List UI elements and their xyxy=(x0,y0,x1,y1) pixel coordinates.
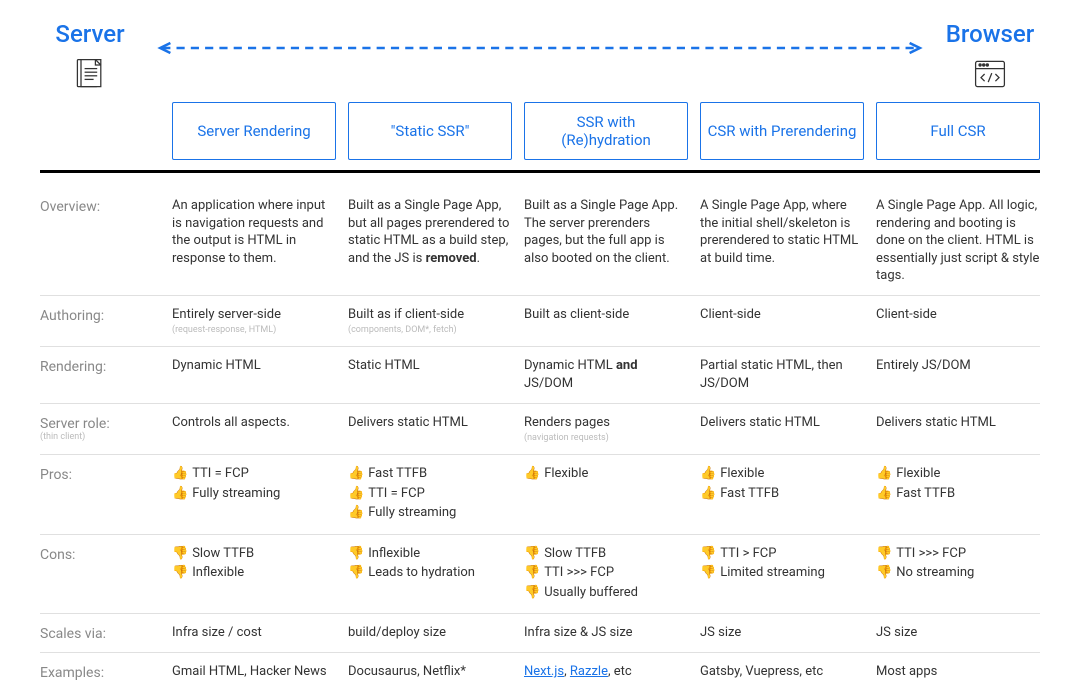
thumbs-down-icon xyxy=(700,545,716,563)
row-pros: Pros:TTI = FCPFully streamingFast TTFBTT… xyxy=(40,455,1040,535)
thumbs-down-icon xyxy=(700,564,716,582)
row-pros-cell-3: FlexibleFast TTFB xyxy=(700,465,864,524)
col-static-ssr: "Static SSR" xyxy=(348,102,512,160)
thumbs-up-icon xyxy=(348,485,364,503)
spectrum-arrow xyxy=(152,38,928,40)
row-cons-label: Cons: xyxy=(40,545,160,604)
row-pros-cell-2: Flexible xyxy=(524,465,688,524)
browser-label: Browser xyxy=(946,20,1034,48)
row-cons-cell-3: TTI > FCPLimited streaming xyxy=(700,545,864,604)
row-server-role-cell-1: Delivers static HTML xyxy=(348,414,512,445)
row-pros-cell-4: FlexibleFast TTFB xyxy=(876,465,1040,524)
row-scales: Scales via: Infra size / cost build/deploy… xyxy=(40,614,1040,653)
row-overview-cell-1: Built as a Single Page App, but all page… xyxy=(348,197,512,285)
row-cons-cell-2: Slow TTFBTTI >>> FCPUsually buffered xyxy=(524,545,688,604)
row-scales-label: Scales via: xyxy=(40,624,160,642)
thumbs-up-icon xyxy=(524,465,540,483)
row-server-role-cell-4: Delivers static HTML xyxy=(876,414,1040,445)
row-authoring-label: Authoring: xyxy=(40,306,160,337)
row-overview: Overview:An application where input is n… xyxy=(40,187,1040,296)
row-pros-cell-1: Fast TTFBTTI = FCPFully streaming xyxy=(348,465,512,524)
link-nextjs[interactable]: Next.js xyxy=(524,664,564,679)
thumbs-down-icon xyxy=(348,545,364,563)
row-rendering-label: Rendering: xyxy=(40,357,160,392)
browser-endpoint: Browser xyxy=(940,20,1040,92)
row-examples-cell-3: Gatsby, Vuepress, etc xyxy=(700,663,864,681)
row-authoring-cell-1: Built as if client-side(components, DOM*… xyxy=(348,306,512,337)
row-cons-cell-4: TTI >>> FCPNo streaming xyxy=(876,545,1040,604)
row-rendering-cell-3: Partial static HTML, then JS/DOM xyxy=(700,357,864,392)
document-icon xyxy=(72,56,108,92)
col-ssr-rehydration: SSR with (Re)hydration xyxy=(524,102,688,160)
row-rendering-cell-0: Dynamic HTML xyxy=(172,357,336,392)
thumbs-up-icon xyxy=(876,465,892,483)
row-scales-cell-0: Infra size / cost xyxy=(172,624,336,642)
row-overview-cell-3: A Single Page App, where the initial she… xyxy=(700,197,864,285)
row-overview-label: Overview: xyxy=(40,197,160,285)
row-authoring-cell-0: Entirely server-side(request-response, H… xyxy=(172,306,336,337)
row-cons-cell-1: InflexibleLeads to hydration xyxy=(348,545,512,604)
row-examples-cell-2: Next.js, Razzle, etc xyxy=(524,663,688,681)
browser-code-icon xyxy=(972,56,1008,92)
thumbs-up-icon xyxy=(348,504,364,522)
row-rendering-cell-2: Dynamic HTML and JS/DOM xyxy=(524,357,688,392)
row-authoring: Authoring: Entirely server-side(request-r… xyxy=(40,296,1040,348)
row-scales-cell-1: build/deploy size xyxy=(348,624,512,642)
row-authoring-cell-3: Client-side xyxy=(700,306,864,337)
row-server-role-cell-0: Controls all aspects. xyxy=(172,414,336,445)
server-label: Server xyxy=(55,20,124,48)
col-csr-prerendering: CSR with Prerendering xyxy=(700,102,864,160)
row-cons: Cons:Slow TTFBInflexibleInflexibleLeads … xyxy=(40,535,1040,615)
spectrum-header: Server Browser xyxy=(40,20,1040,92)
thumbs-up-icon xyxy=(700,485,716,503)
row-rendering-cell-4: Entirely JS/DOM xyxy=(876,357,1040,392)
row-cons-cell-0: Slow TTFBInflexible xyxy=(172,545,336,604)
row-authoring-cell-2: Built as client-side xyxy=(524,306,688,337)
row-server-role: Server role:(thin client) Controls all as… xyxy=(40,404,1040,456)
thumbs-up-icon xyxy=(172,485,188,503)
row-overview-cell-2: Built as a Single Page App. The server p… xyxy=(524,197,688,285)
thumbs-down-icon xyxy=(876,564,892,582)
row-scales-cell-2: Infra size & JS size xyxy=(524,624,688,642)
thumbs-down-icon xyxy=(524,564,540,582)
thumbs-down-icon xyxy=(876,545,892,563)
thumbs-up-icon xyxy=(700,465,716,483)
col-full-csr: Full CSR xyxy=(876,102,1040,160)
thumbs-down-icon xyxy=(172,564,188,582)
thumbs-down-icon xyxy=(172,545,188,563)
row-examples-cell-4: Most apps xyxy=(876,663,1040,681)
row-rendering-cell-1: Static HTML xyxy=(348,357,512,392)
thumbs-up-icon xyxy=(876,485,892,503)
row-authoring-cell-4: Client-side xyxy=(876,306,1040,337)
row-examples-cell-1: Docusaurus, Netflix* xyxy=(348,663,512,681)
row-overview-cell-0: An application where input is navigation… xyxy=(172,197,336,285)
row-examples-cell-0: Gmail HTML, Hacker News xyxy=(172,663,336,681)
row-pros-label: Pros: xyxy=(40,465,160,524)
thumbs-down-icon xyxy=(348,564,364,582)
row-examples: Examples: Gmail HTML, Hacker News Docusaur… xyxy=(40,653,1040,691)
header-rule xyxy=(40,170,1040,173)
row-rendering: Rendering: Dynamic HTML Static HTML Dynamic… xyxy=(40,347,1040,403)
row-overview-cell-4: A Single Page App. All logic, rendering … xyxy=(876,197,1040,285)
server-endpoint: Server xyxy=(40,20,140,92)
row-examples-label: Examples: xyxy=(40,663,160,681)
row-server-role-cell-3: Delivers static HTML xyxy=(700,414,864,445)
thumbs-down-icon xyxy=(524,545,540,563)
col-server-rendering: Server Rendering xyxy=(172,102,336,160)
thumbs-down-icon xyxy=(524,584,540,602)
thumbs-up-icon xyxy=(348,465,364,483)
row-server-role-cell-2: Renders pages(navigation requests) xyxy=(524,414,688,445)
row-pros-cell-0: TTI = FCPFully streaming xyxy=(172,465,336,524)
row-server-role-label: Server role:(thin client) xyxy=(40,414,160,445)
row-scales-cell-3: JS size xyxy=(700,624,864,642)
link-razzle[interactable]: Razzle xyxy=(570,664,608,679)
row-scales-cell-4: JS size xyxy=(876,624,1040,642)
column-headers: Server Rendering "Static SSR" SSR with (… xyxy=(40,102,1040,160)
thumbs-up-icon xyxy=(172,465,188,483)
